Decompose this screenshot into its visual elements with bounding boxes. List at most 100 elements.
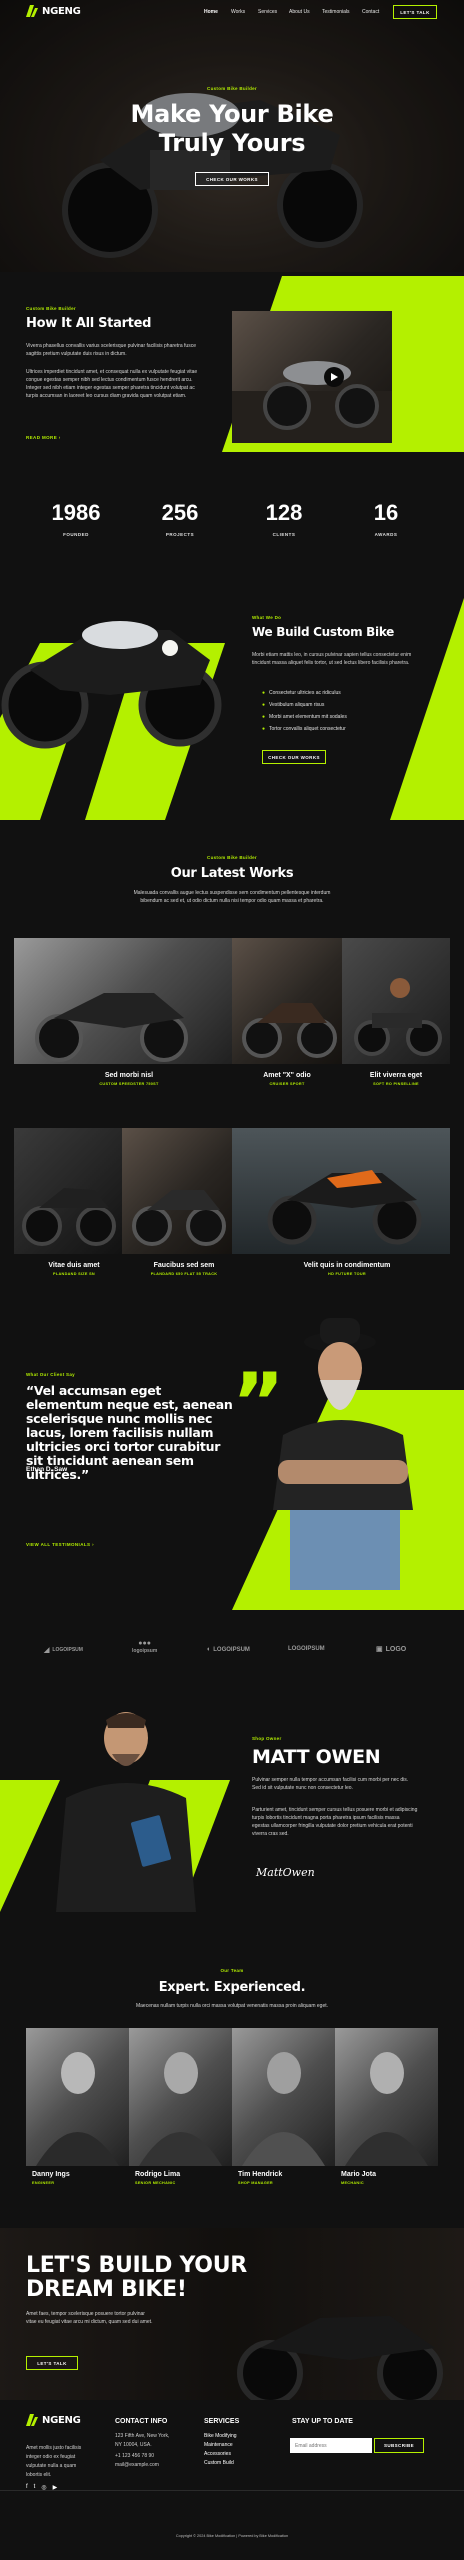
footer-about: Amet mollis justo facilisis integer odio… — [26, 2445, 82, 2478]
person-photo — [36, 2052, 119, 2166]
footer-contact-email[interactable]: mail@example.com — [115, 2461, 159, 2470]
team-para: Maecenas nullam turpis nulla orci massa … — [135, 2003, 329, 2009]
owner-para1: Pulvinar semper nulla tempor accumsan fa… — [252, 1777, 409, 1791]
logo-mark-icon: ◖ — [206, 1646, 211, 1653]
motorcycle-photo — [35, 993, 188, 1062]
client-logo-2: ●●● logoipsum — [132, 1640, 158, 1654]
work-image-4[interactable] — [14, 1128, 122, 1254]
arrow-right-icon: › — [92, 1542, 94, 1547]
footer-brand-logo[interactable]: NGENG — [26, 2414, 81, 2426]
work-image-1[interactable] — [14, 938, 232, 1064]
client-logo-1: ◢ LOGOIPSUM — [44, 1647, 83, 1654]
nav-home[interactable]: Home — [204, 9, 218, 15]
hero-check-works-button[interactable]: CHECK OUR WORKS — [195, 172, 269, 186]
stat-label: PROJECTS — [165, 532, 195, 537]
owner-para2: Parturient amet, tincidunt semper cursus… — [252, 1807, 418, 1837]
work-category-6: HD FUTURE TOUR — [328, 1272, 366, 1276]
work-image-5[interactable] — [122, 1128, 232, 1254]
view-testimonials-link[interactable]: VIEW ALL TESTIMONIALS › — [26, 1542, 94, 1547]
team-role-3: SHOP MANAGER — [238, 2181, 273, 2185]
work-category-3: SOFT RO PINSELLINE — [373, 1082, 419, 1086]
owner-name: MATT OWEN — [252, 1746, 381, 1768]
brand-logo[interactable]: NGENG — [26, 5, 81, 17]
arrow-right-icon: › — [58, 435, 61, 440]
lets-talk-button[interactable]: LET'S TALK — [393, 5, 437, 19]
works-title: Our Latest Works — [170, 866, 294, 881]
footer-service-link[interactable]: Custom Build — [204, 2459, 234, 2468]
footer-contact-title: CONTACT INFO — [115, 2418, 168, 2425]
cta-title-line1: LET'S BUILD YOUR — [26, 2253, 247, 2278]
subscribe-button[interactable]: SUBSCRIBE — [374, 2438, 424, 2453]
motorcycle-photo — [22, 1188, 116, 1246]
owner-photo — [56, 1712, 196, 1912]
logo-mark-icon: ▣ — [376, 1646, 383, 1653]
stat-label: FOUNDED — [63, 532, 89, 537]
owner-eyebrow: Shop Owner — [252, 1736, 282, 1741]
custom-check-works-button[interactable]: CHECK OUR WORKS — [262, 750, 326, 764]
team-title: Expert. Experienced. — [158, 1980, 306, 1995]
stat-number: 128 — [265, 500, 303, 525]
stat-number: 1986 — [51, 500, 101, 525]
footer-copyright: Copyright © 2024 Bike Modification | Pow… — [175, 2534, 289, 2538]
work-title-2[interactable]: Amet "X" odio — [232, 1072, 342, 1079]
nav-services[interactable]: Services — [258, 9, 277, 15]
nav-testimonials[interactable]: Testimonials — [322, 9, 350, 15]
team-role-4: MECHANIC — [341, 2181, 364, 2185]
footer-service-link[interactable]: Bike Modifying — [204, 2432, 237, 2441]
check-item: ● Morbi amet elementum mit sodales — [262, 714, 347, 720]
work-title-5[interactable]: Faucibus sed sem — [122, 1262, 246, 1269]
nav-contact[interactable]: Contact — [362, 9, 379, 15]
team-photo-4 — [335, 2028, 438, 2166]
team-name-1: Danny Ings — [32, 2171, 70, 2178]
team-name-2: Rodrigo Lima — [135, 2171, 181, 2178]
work-image-2[interactable] — [232, 938, 342, 1064]
read-more-label: READ MORE — [26, 435, 58, 440]
work-category-5: PLANDARD 650 FLAT 55 TRACK — [150, 1272, 218, 1276]
client-logo-3: ◖ LOGOIPSUM — [206, 1646, 250, 1653]
check-icon: ● — [262, 702, 266, 708]
nav-works[interactable]: Works — [231, 9, 245, 15]
cta-lets-talk-button[interactable]: LET'S TALK — [26, 2356, 78, 2370]
footer-services-title: SERVICES — [204, 2418, 240, 2425]
team-role-2: SENIOR MECHANIC — [135, 2181, 176, 2185]
stat-founded: 1986 FOUNDED — [36, 500, 116, 537]
stat-label: AWARDS — [374, 532, 398, 537]
about-eyebrow: Custom Bike Builder — [26, 306, 76, 311]
read-more-link[interactable]: READ MORE › — [26, 435, 61, 440]
person-photo — [139, 2052, 222, 2166]
play-icon — [331, 373, 338, 381]
footer-service-link[interactable]: Accessories — [204, 2450, 231, 2459]
footer-brand-name: NGENG — [42, 2414, 81, 2426]
custom-title: We Build Custom Bike — [252, 625, 395, 639]
newsletter-email-input[interactable] — [290, 2438, 372, 2453]
person-photo — [242, 2052, 325, 2166]
custom-eyebrow: What We Do — [252, 615, 282, 620]
check-icon: ● — [262, 714, 266, 720]
testimonial-person-image — [273, 1318, 413, 1590]
work-title-4[interactable]: Vitae duis amet — [14, 1262, 134, 1269]
work-image-3[interactable] — [342, 938, 450, 1064]
team-name-4: Mario Jota — [341, 2171, 377, 2178]
works-para: Malesuada convallis augue lectus suspend… — [133, 890, 331, 904]
work-title-3[interactable]: Elit viverra eget — [342, 1072, 450, 1079]
work-title-6[interactable]: Velit quis in condimentum — [232, 1262, 462, 1269]
stat-clients: 128 CLIENTS — [244, 500, 324, 537]
work-image-6[interactable] — [232, 1128, 450, 1254]
stat-label: CLIENTS — [272, 532, 296, 537]
about-video-thumbnail[interactable] — [232, 311, 392, 443]
team-eyebrow: Our Team — [220, 1968, 244, 1973]
motorcycle-photo — [267, 1170, 422, 1245]
about-title: How It All Started — [26, 316, 152, 331]
footer-contact-phone[interactable]: +1 123 456 78 90 — [115, 2452, 154, 2461]
logo-mark-icon: ◢ — [44, 1647, 50, 1654]
signature-text: MattOwen — [256, 1866, 315, 1879]
hero-eyebrow: Custom Bike Builder — [207, 86, 257, 91]
team-role-1: ENGINEER — [32, 2181, 55, 2185]
nav-about[interactable]: About Us — [289, 9, 310, 15]
work-title-1[interactable]: Sed morbi nisl — [14, 1072, 244, 1079]
footer-service-link[interactable]: Maintenance — [204, 2441, 233, 2450]
hero-title-line2: Truly Yours — [158, 129, 306, 157]
play-button[interactable] — [324, 367, 344, 387]
custom-para: Morbi etiam mattis leo, in cursus pulvin… — [252, 652, 412, 666]
about-para1: Viverra phasellus convallis varius scele… — [26, 343, 196, 357]
